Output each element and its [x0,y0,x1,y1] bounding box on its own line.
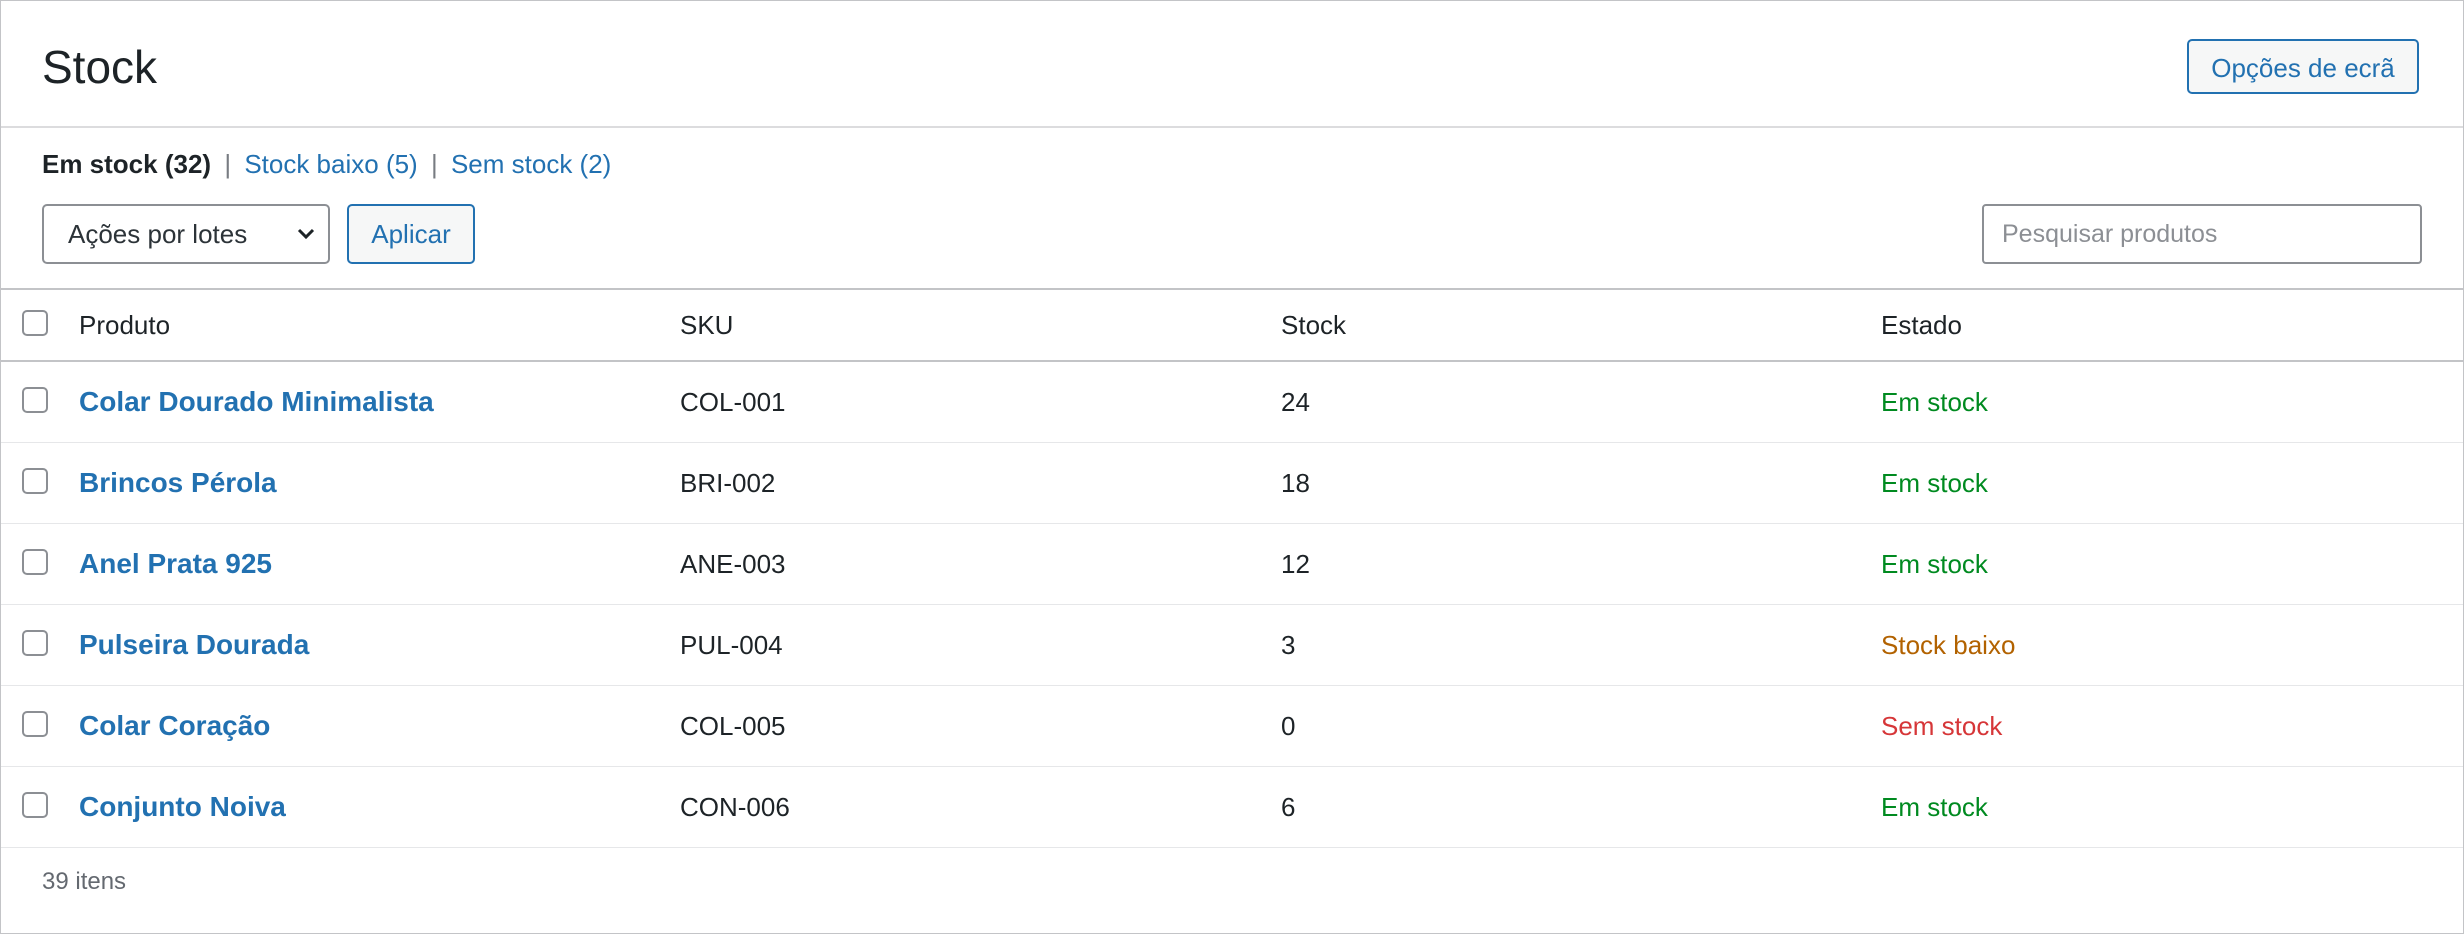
stock-status-cell: Em stock [1881,549,1988,579]
stock-status-cell: Em stock [1881,468,1988,498]
page-title: Stock [42,41,158,93]
select-all-checkbox[interactable] [22,310,48,336]
table-row: Colar Dourado Minimalista COL-001 24 Em … [1,362,2463,443]
row-checkbox[interactable] [22,387,48,413]
sku-cell: PUL-004 [680,630,783,660]
stock-quantity-cell: 12 [1281,549,1310,579]
sku-cell: COL-005 [680,711,786,741]
search-products-input[interactable] [1982,204,2422,264]
filter-separator: | [224,149,232,179]
table-row: Brincos Pérola BRI-002 18 Em stock [1,443,2463,524]
bulk-actions-selected-value: Ações por lotes [68,219,248,249]
product-link[interactable]: Brincos Pérola [79,443,277,523]
filter-separator: | [430,149,438,179]
table-row: Anel Prata 925 ANE-003 12 Em stock [1,524,2463,605]
sku-cell: CON-006 [680,792,790,822]
page-header: Stock Opções de ecrã [1,1,2463,128]
sku-cell: ANE-003 [680,549,786,579]
filter-low-stock-link[interactable]: Stock baixo (5) [244,149,417,179]
screen-options-button[interactable]: Opções de ecrã [2187,39,2419,94]
column-header-product[interactable]: Produto [79,290,170,360]
table-row: Pulseira Dourada PUL-004 3 Stock baixo [1,605,2463,686]
stock-status-cell: Em stock [1881,792,1988,822]
row-checkbox[interactable] [22,468,48,494]
column-header-stock[interactable]: Stock [1281,290,1346,360]
stock-status-cell: Sem stock [1881,711,2003,741]
apply-button[interactable]: Aplicar [347,204,475,264]
stock-quantity-cell: 18 [1281,468,1310,498]
row-checkbox[interactable] [22,792,48,818]
stock-page: Stock Opções de ecrã Em stock (32) | Sto… [0,0,2464,934]
stock-quantity-cell: 6 [1281,792,1296,822]
table-header-row: Produto SKU Stock Estado [1,290,2463,362]
table-row: Conjunto Noiva CON-006 6 Em stock [1,767,2463,848]
stock-quantity-cell: 0 [1281,711,1296,741]
stock-table: Produto SKU Stock Estado Colar Dourado M… [1,288,2463,848]
product-link[interactable]: Colar Coração [79,686,270,766]
row-checkbox[interactable] [22,549,48,575]
stock-status-cell: Em stock [1881,387,1988,417]
filter-out-of-stock-link[interactable]: Sem stock (2) [451,149,611,179]
items-count: 39 itens [42,868,127,895]
product-link[interactable]: Colar Dourado Minimalista [79,362,434,442]
table-row: Colar Coração COL-005 0 Sem stock [1,686,2463,767]
bulk-actions-select[interactable]: Ações por lotes [42,204,330,264]
sku-cell: BRI-002 [680,468,776,498]
product-link[interactable]: Conjunto Noiva [79,767,286,847]
product-link[interactable]: Pulseira Dourada [79,605,309,685]
stock-quantity-cell: 24 [1281,387,1310,417]
product-link[interactable]: Anel Prata 925 [79,524,272,604]
column-header-sku[interactable]: SKU [680,290,733,360]
sku-cell: COL-001 [680,387,786,417]
row-checkbox[interactable] [22,711,48,737]
row-checkbox[interactable] [22,630,48,656]
column-header-state[interactable]: Estado [1881,290,1962,360]
chevron-down-icon [294,206,318,283]
stock-quantity-cell: 3 [1281,630,1296,660]
stock-filter-links: Em stock (32) | Stock baixo (5) | Sem st… [42,146,611,182]
stock-status-cell: Stock baixo [1881,630,2016,660]
filter-in-stock-current[interactable]: Em stock (32) [42,149,211,179]
